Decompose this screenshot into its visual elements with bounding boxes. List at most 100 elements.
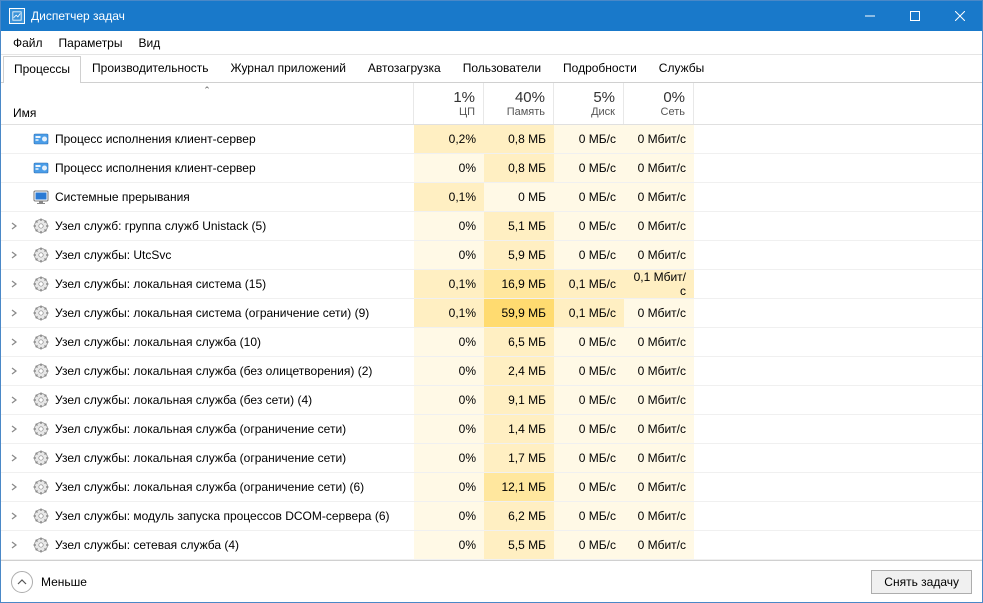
content-area: ⌃ Имя 1% ЦП 40% Память 5% Диск 0% Сеть П… <box>1 83 982 560</box>
gear-icon <box>33 450 49 466</box>
gear-icon <box>33 508 49 524</box>
cell-mem: 0,8 МБ <box>484 125 554 153</box>
memory-label: Память <box>507 106 545 118</box>
table-row[interactable]: Узел служб: группа служб Unistack (5)0%5… <box>1 212 982 241</box>
table-row[interactable]: Системные прерывания0,1%0 МБ0 МБ/с0 Мбит… <box>1 183 982 212</box>
process-name: Узел службы: локальная служба (10) <box>55 335 261 349</box>
cell-disk: 0 МБ/с <box>554 328 624 356</box>
tab-app-history[interactable]: Журнал приложений <box>220 55 357 82</box>
expand-icon[interactable] <box>7 335 21 349</box>
fewer-details-label: Меньше <box>41 575 87 589</box>
menu-view[interactable]: Вид <box>130 33 168 53</box>
end-task-button[interactable]: Снять задачу <box>871 570 972 594</box>
cell-cpu: 0% <box>414 328 484 356</box>
expand-icon[interactable] <box>7 480 21 494</box>
table-row[interactable]: Узел службы: локальная служба (без олице… <box>1 357 982 386</box>
disk-label: Диск <box>591 106 615 118</box>
expand-icon[interactable] <box>7 509 21 523</box>
cell-cpu: 0% <box>414 357 484 385</box>
fewer-details-button[interactable]: Меньше <box>11 571 87 593</box>
tab-processes[interactable]: Процессы <box>3 56 81 83</box>
gear-icon <box>33 218 49 234</box>
process-name: Узел службы: локальная система (ограниче… <box>55 306 369 320</box>
table-row[interactable]: Узел службы: сетевая служба (4)0%5,5 МБ0… <box>1 531 982 560</box>
cell-net: 0 Мбит/с <box>624 212 694 240</box>
table-row[interactable]: Узел службы: локальная служба (без сети)… <box>1 386 982 415</box>
table-row[interactable]: Узел службы: UtcSvc0%5,9 МБ0 МБ/с0 Мбит/… <box>1 241 982 270</box>
sys-icon <box>33 189 49 205</box>
tab-details[interactable]: Подробности <box>552 55 648 82</box>
menubar: Файл Параметры Вид <box>1 31 982 55</box>
table-row[interactable]: Узел службы: локальная служба (ограничен… <box>1 473 982 502</box>
process-name-cell: Узел службы: локальная служба (ограничен… <box>1 421 414 437</box>
menu-options[interactable]: Параметры <box>51 33 131 53</box>
process-name: Узел службы: локальная служба (ограничен… <box>55 422 346 436</box>
table-row[interactable]: Процесс исполнения клиент-сервер0%0,8 МБ… <box>1 154 982 183</box>
table-row[interactable]: Узел службы: локальная служба (ограничен… <box>1 444 982 473</box>
expand-icon[interactable] <box>7 538 21 552</box>
sort-indicator-icon: ⌃ <box>203 85 211 96</box>
cell-cpu: 0% <box>414 415 484 443</box>
cell-net: 0 Мбит/с <box>624 415 694 443</box>
cell-cpu: 0% <box>414 212 484 240</box>
process-name-cell: Узел службы: локальная служба (без сети)… <box>1 392 414 408</box>
expand-icon[interactable] <box>7 393 21 407</box>
column-header-name[interactable]: ⌃ Имя <box>1 83 414 124</box>
column-header-disk[interactable]: 5% Диск <box>554 83 624 124</box>
process-name-cell: Узел службы: сетевая служба (4) <box>1 537 414 553</box>
cell-mem: 59,9 МБ <box>484 299 554 327</box>
table-row[interactable]: Узел службы: локальная система (15)0,1%1… <box>1 270 982 299</box>
process-list[interactable]: Процесс исполнения клиент-сервер0,2%0,8 … <box>1 125 982 560</box>
expand-icon[interactable] <box>7 364 21 378</box>
column-header-memory[interactable]: 40% Память <box>484 83 554 124</box>
cell-disk: 0 МБ/с <box>554 357 624 385</box>
column-header-network[interactable]: 0% Сеть <box>624 83 694 124</box>
gear-icon <box>33 276 49 292</box>
menu-file[interactable]: Файл <box>5 33 51 53</box>
expand-icon[interactable] <box>7 422 21 436</box>
cell-disk: 0 МБ/с <box>554 502 624 530</box>
table-row[interactable]: Узел службы: локальная система (ограниче… <box>1 299 982 328</box>
cell-mem: 1,4 МБ <box>484 415 554 443</box>
minimize-button[interactable] <box>847 1 892 31</box>
tab-performance[interactable]: Производительность <box>81 55 219 82</box>
tab-services[interactable]: Службы <box>648 55 715 82</box>
cell-cpu: 0,2% <box>414 125 484 153</box>
table-row[interactable]: Узел службы: модуль запуска процессов DC… <box>1 502 982 531</box>
process-name-cell: Узел служб: группа служб Unistack (5) <box>1 218 414 234</box>
cell-mem: 16,9 МБ <box>484 270 554 298</box>
disk-usage-pct: 5% <box>593 89 615 106</box>
column-header-cpu[interactable]: 1% ЦП <box>414 83 484 124</box>
cell-cpu: 0% <box>414 473 484 501</box>
table-row[interactable]: Узел службы: локальная служба (ограничен… <box>1 415 982 444</box>
process-name-cell: Узел службы: локальная служба (без олице… <box>1 363 414 379</box>
process-name-cell: Узел службы: локальная служба (ограничен… <box>1 450 414 466</box>
expand-icon[interactable] <box>7 306 21 320</box>
process-name: Узел служб: группа служб Unistack (5) <box>55 219 266 233</box>
cell-disk: 0 МБ/с <box>554 154 624 182</box>
cell-cpu: 0% <box>414 531 484 559</box>
cell-mem: 6,5 МБ <box>484 328 554 356</box>
titlebar[interactable]: Диспетчер задач <box>1 1 982 31</box>
cs-icon <box>33 131 49 147</box>
network-label: Сеть <box>661 106 685 118</box>
expand-icon[interactable] <box>7 451 21 465</box>
cell-mem: 2,4 МБ <box>484 357 554 385</box>
table-header: ⌃ Имя 1% ЦП 40% Память 5% Диск 0% Сеть <box>1 83 982 125</box>
expand-icon[interactable] <box>7 277 21 291</box>
tab-users[interactable]: Пользователи <box>452 55 552 82</box>
cell-cpu: 0% <box>414 154 484 182</box>
expand-icon[interactable] <box>7 219 21 233</box>
cell-net: 0 Мбит/с <box>624 502 694 530</box>
tab-startup[interactable]: Автозагрузка <box>357 55 452 82</box>
close-button[interactable] <box>937 1 982 31</box>
maximize-button[interactable] <box>892 1 937 31</box>
process-name-cell: Узел службы: UtcSvc <box>1 247 414 263</box>
cell-net: 0,1 Мбит/с <box>624 270 694 298</box>
cell-net: 0 Мбит/с <box>624 531 694 559</box>
table-row[interactable]: Процесс исполнения клиент-сервер0,2%0,8 … <box>1 125 982 154</box>
expand-icon[interactable] <box>7 248 21 262</box>
cell-disk: 0 МБ/с <box>554 444 624 472</box>
table-row[interactable]: Узел службы: локальная служба (10) 0%6,5 … <box>1 328 982 357</box>
process-name: Системные прерывания <box>55 190 190 204</box>
